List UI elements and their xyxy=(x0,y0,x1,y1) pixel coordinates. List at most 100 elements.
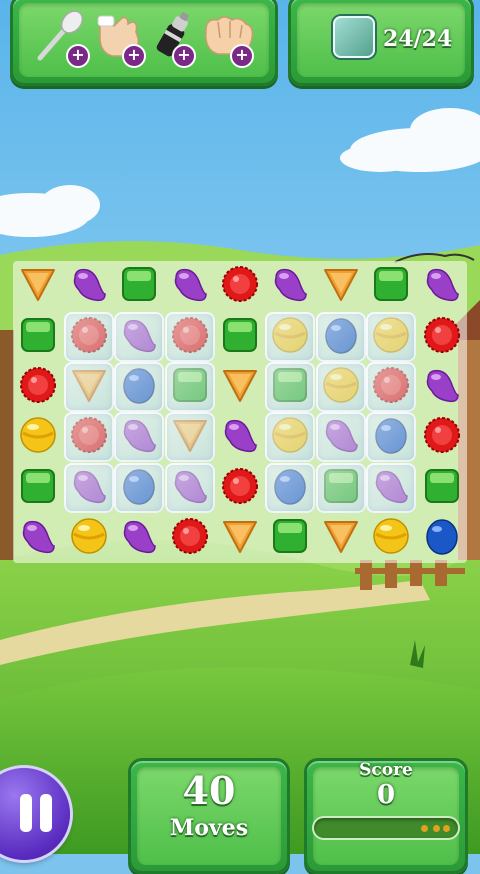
board-cell[interactable] xyxy=(63,462,114,513)
board-cell[interactable] xyxy=(366,412,417,463)
booster-spoon[interactable]: + xyxy=(34,8,90,68)
progress-star-icon xyxy=(421,825,428,832)
score-value: 0 xyxy=(376,780,396,810)
ice-block-icon xyxy=(265,462,316,513)
board-cell[interactable] xyxy=(215,261,265,311)
board-cell[interactable] xyxy=(417,362,467,412)
board-cell[interactable] xyxy=(165,261,215,311)
board-cell[interactable] xyxy=(265,261,315,311)
board-cell[interactable] xyxy=(13,362,63,412)
board-cell[interactable] xyxy=(13,463,63,513)
board-cell[interactable] xyxy=(417,463,467,513)
purple-bean-candy-icon xyxy=(18,516,58,560)
yellow-ball-candy-icon xyxy=(371,516,411,560)
board-cell[interactable] xyxy=(114,462,165,513)
purple-bean-candy-icon xyxy=(422,365,462,409)
board-cell[interactable] xyxy=(164,462,215,513)
board-cell[interactable] xyxy=(164,412,215,463)
board-cell[interactable] xyxy=(215,312,265,362)
board-cell[interactable] xyxy=(417,312,467,362)
board-cell[interactable] xyxy=(366,361,417,412)
board-cell[interactable] xyxy=(63,361,114,412)
ice-block-icon xyxy=(114,412,165,463)
booster-fist[interactable]: + xyxy=(200,8,260,68)
orange-triangle-candy-icon xyxy=(321,264,361,308)
board-cell[interactable] xyxy=(366,261,416,311)
board-cell[interactable] xyxy=(417,261,467,311)
blue-ball-candy-icon xyxy=(422,516,462,560)
purple-bean-candy-icon xyxy=(69,264,109,308)
board-cell[interactable] xyxy=(366,513,416,563)
board-cell[interactable] xyxy=(215,463,265,513)
board-cell[interactable] xyxy=(114,412,165,463)
purple-bean-candy-icon xyxy=(270,264,310,308)
score-progress-bar xyxy=(314,818,458,838)
board-cell[interactable] xyxy=(265,513,315,563)
ice-block-icon xyxy=(114,361,165,412)
board-cell[interactable] xyxy=(366,311,417,362)
board-cell[interactable] xyxy=(63,311,114,362)
board-cell[interactable] xyxy=(13,312,63,362)
orange-triangle-candy-icon xyxy=(321,516,361,560)
yellow-ball-candy-icon xyxy=(69,516,109,560)
board-cell[interactable] xyxy=(265,412,316,463)
board-cell[interactable] xyxy=(114,361,165,412)
purple-bean-candy-icon xyxy=(119,516,159,560)
red-round-candy-icon xyxy=(422,415,462,459)
board-cell[interactable] xyxy=(164,361,215,412)
board-cell[interactable] xyxy=(164,311,215,362)
booster-hand-plus[interactable]: + xyxy=(122,44,146,68)
board-cell[interactable] xyxy=(315,361,366,412)
moves-label: Moves xyxy=(169,815,249,841)
board-cell[interactable] xyxy=(13,412,63,462)
board-cell[interactable] xyxy=(64,261,114,311)
booster-hand[interactable]: + xyxy=(92,8,146,68)
green-square-candy-icon xyxy=(18,466,58,510)
ice-block-icon xyxy=(63,412,114,463)
board-cell[interactable] xyxy=(165,513,215,563)
board-cell[interactable] xyxy=(366,462,417,513)
board-cell[interactable] xyxy=(417,513,467,563)
ice-block-icon xyxy=(164,462,215,513)
green-square-candy-icon xyxy=(422,466,462,510)
green-square-candy-icon xyxy=(119,264,159,308)
board-cell[interactable] xyxy=(64,513,114,563)
red-round-candy-icon xyxy=(170,516,210,560)
booster-spoon-plus[interactable]: + xyxy=(66,44,90,68)
board-cell[interactable] xyxy=(265,311,316,362)
red-round-candy-icon xyxy=(422,315,462,359)
booster-fist-plus[interactable]: + xyxy=(230,44,254,68)
board-cell[interactable] xyxy=(315,462,366,513)
board-cell[interactable] xyxy=(114,261,164,311)
game-board xyxy=(13,261,467,563)
booster-shaker-plus[interactable]: + xyxy=(172,44,196,68)
board-cell[interactable] xyxy=(417,412,467,462)
board-cell[interactable] xyxy=(265,361,316,412)
board-cell[interactable] xyxy=(63,412,114,463)
red-round-candy-icon xyxy=(220,466,260,510)
board-cell[interactable] xyxy=(316,261,366,311)
board-cell[interactable] xyxy=(114,311,165,362)
board-cell[interactable] xyxy=(315,311,366,362)
ice-block-icon xyxy=(164,311,215,362)
progress-star-icon xyxy=(443,825,450,832)
board-cell[interactable] xyxy=(316,513,366,563)
board-cell[interactable] xyxy=(315,412,366,463)
board-cell[interactable] xyxy=(215,513,265,563)
board-cell[interactable] xyxy=(13,261,63,311)
board-cell[interactable] xyxy=(114,513,164,563)
board-cell[interactable] xyxy=(13,513,63,563)
ice-block-icon xyxy=(265,311,316,362)
board-cell[interactable] xyxy=(215,362,265,412)
booster-shaker[interactable]: + xyxy=(146,8,200,68)
purple-bean-candy-icon xyxy=(220,415,260,459)
ice-block-icon xyxy=(164,412,215,463)
ice-block-icon xyxy=(315,361,366,412)
ice-block-icon xyxy=(63,361,114,412)
goal-counter: 24/24 xyxy=(383,26,453,52)
board-cell[interactable] xyxy=(265,462,316,513)
progress-star-icon xyxy=(433,825,440,832)
red-round-candy-icon xyxy=(220,264,260,308)
board-cell[interactable] xyxy=(215,412,265,462)
ice-block-icon xyxy=(63,311,114,362)
